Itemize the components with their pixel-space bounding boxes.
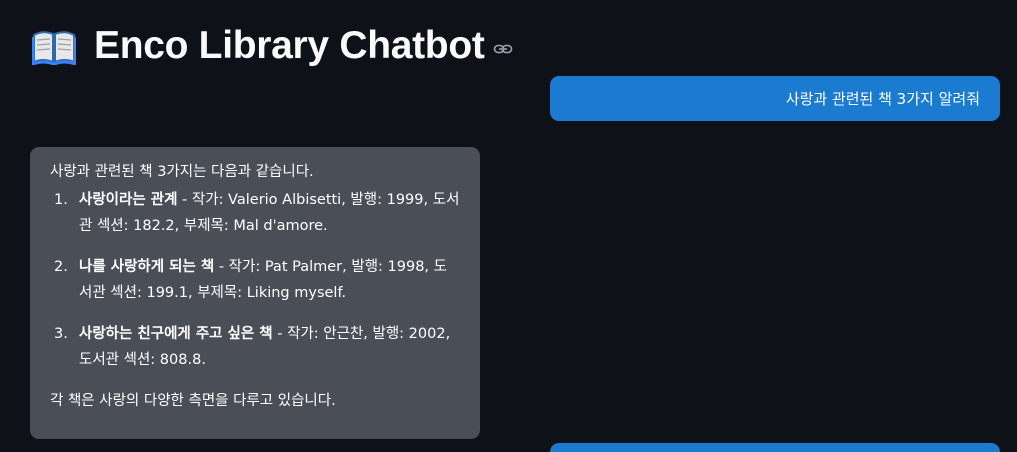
list-item-number: 2. xyxy=(54,259,68,275)
assistant-intro: 사랑과 관련된 책 3가지는 다음과 같습니다. xyxy=(50,164,314,180)
link-icon[interactable] xyxy=(493,39,513,59)
assistant-message: 사랑과 관련된 책 3가지는 다음과 같습니다. 1. 사랑이라는 관계 - 작가… xyxy=(30,147,480,439)
user-message-text: 사랑과 관련된 책 3가지 알려줘 xyxy=(785,90,980,108)
chat-page: Enco Library Chatbot 사랑과 관련된 책 3가지 알려줘 사… xyxy=(0,0,1017,452)
book-list: 1. 사랑이라는 관계 - 작가: Valerio Albisetti, 발행: … xyxy=(50,187,460,373)
list-item: 1. 사랑이라는 관계 - 작가: Valerio Albisetti, 발행: … xyxy=(50,187,460,239)
page-title: Enco Library Chatbot xyxy=(94,24,485,67)
user-message-next xyxy=(550,443,1000,452)
book-title: 사랑하는 친구에게 주고 싶은 책 xyxy=(79,326,273,342)
list-item-number: 1. xyxy=(54,192,68,208)
assistant-outro: 각 책은 사랑의 다양한 측면을 다루고 있습니다. xyxy=(50,393,336,409)
list-item: 3. 사랑하는 친구에게 주고 싶은 책 - 작가: 안근찬, 발행: 2002,… xyxy=(50,321,460,373)
list-item-number: 3. xyxy=(54,326,68,342)
book-title: 사랑이라는 관계 xyxy=(79,192,178,208)
page-header: Enco Library Chatbot xyxy=(32,18,513,74)
user-message: 사랑과 관련된 책 3가지 알려줘 xyxy=(550,76,1000,121)
open-book-icon xyxy=(32,31,76,65)
list-item: 2. 나를 사랑하게 되는 책 - 작가: Pat Palmer, 발행: 199… xyxy=(50,254,460,306)
book-title: 나를 사랑하게 되는 책 xyxy=(79,259,215,275)
